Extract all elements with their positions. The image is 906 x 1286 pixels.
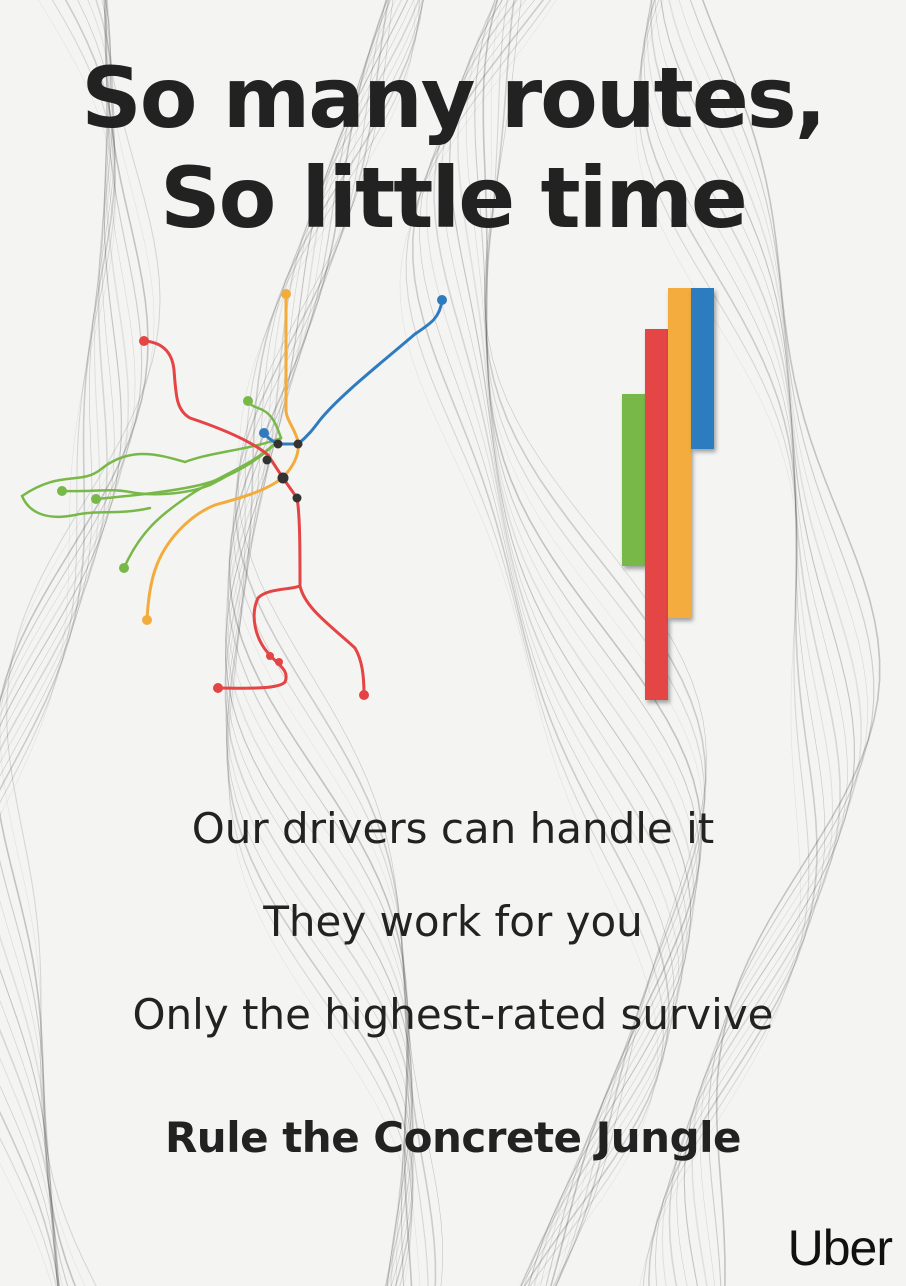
orange-terminal-dot-south: [142, 615, 152, 625]
red-spur-dot-2: [275, 658, 283, 666]
call-to-action: Rule the Concrete Jungle: [164, 1113, 742, 1162]
uber-logo: Uber: [787, 1220, 893, 1276]
red-terminal-dot-south: [359, 690, 369, 700]
headline-line-2: So little time: [160, 149, 748, 247]
blue-bar: [691, 288, 714, 449]
blue-terminal-dot: [437, 295, 447, 305]
tagline-1: Our drivers can handle it: [191, 804, 715, 853]
red-spur-terminal-dot: [213, 683, 223, 693]
station-dot-4: [277, 472, 289, 484]
red-spur-dot-1: [266, 652, 274, 660]
red-line-spur: [216, 584, 302, 690]
tagline-2: They work for you: [263, 897, 643, 946]
station-dot-3: [262, 455, 272, 465]
station-dot-1: [273, 439, 283, 449]
station-dot-5: [292, 493, 302, 503]
red-line: [142, 339, 366, 697]
green-terminal-dot-2: [57, 486, 67, 496]
green-terminal-dot-1: [243, 396, 253, 406]
orange-terminal-dot: [281, 289, 291, 299]
blue-terminal-dot-west: [259, 428, 269, 438]
red-bar: [645, 329, 668, 700]
green-terminal-dot-3: [91, 494, 101, 504]
color-bars-graphic: [622, 288, 714, 700]
green-bar: [622, 394, 645, 566]
headline-line-1: So many routes,: [81, 49, 826, 147]
green-line-branch-3: [20, 436, 283, 519]
red-terminal-dot: [139, 336, 149, 346]
orange-bar: [668, 288, 691, 618]
transit-map-graphic: [20, 289, 447, 700]
tagline-3: Only the highest-rated survive: [132, 990, 774, 1039]
green-terminal-dot-4: [119, 563, 129, 573]
station-dot-2: [293, 439, 303, 449]
